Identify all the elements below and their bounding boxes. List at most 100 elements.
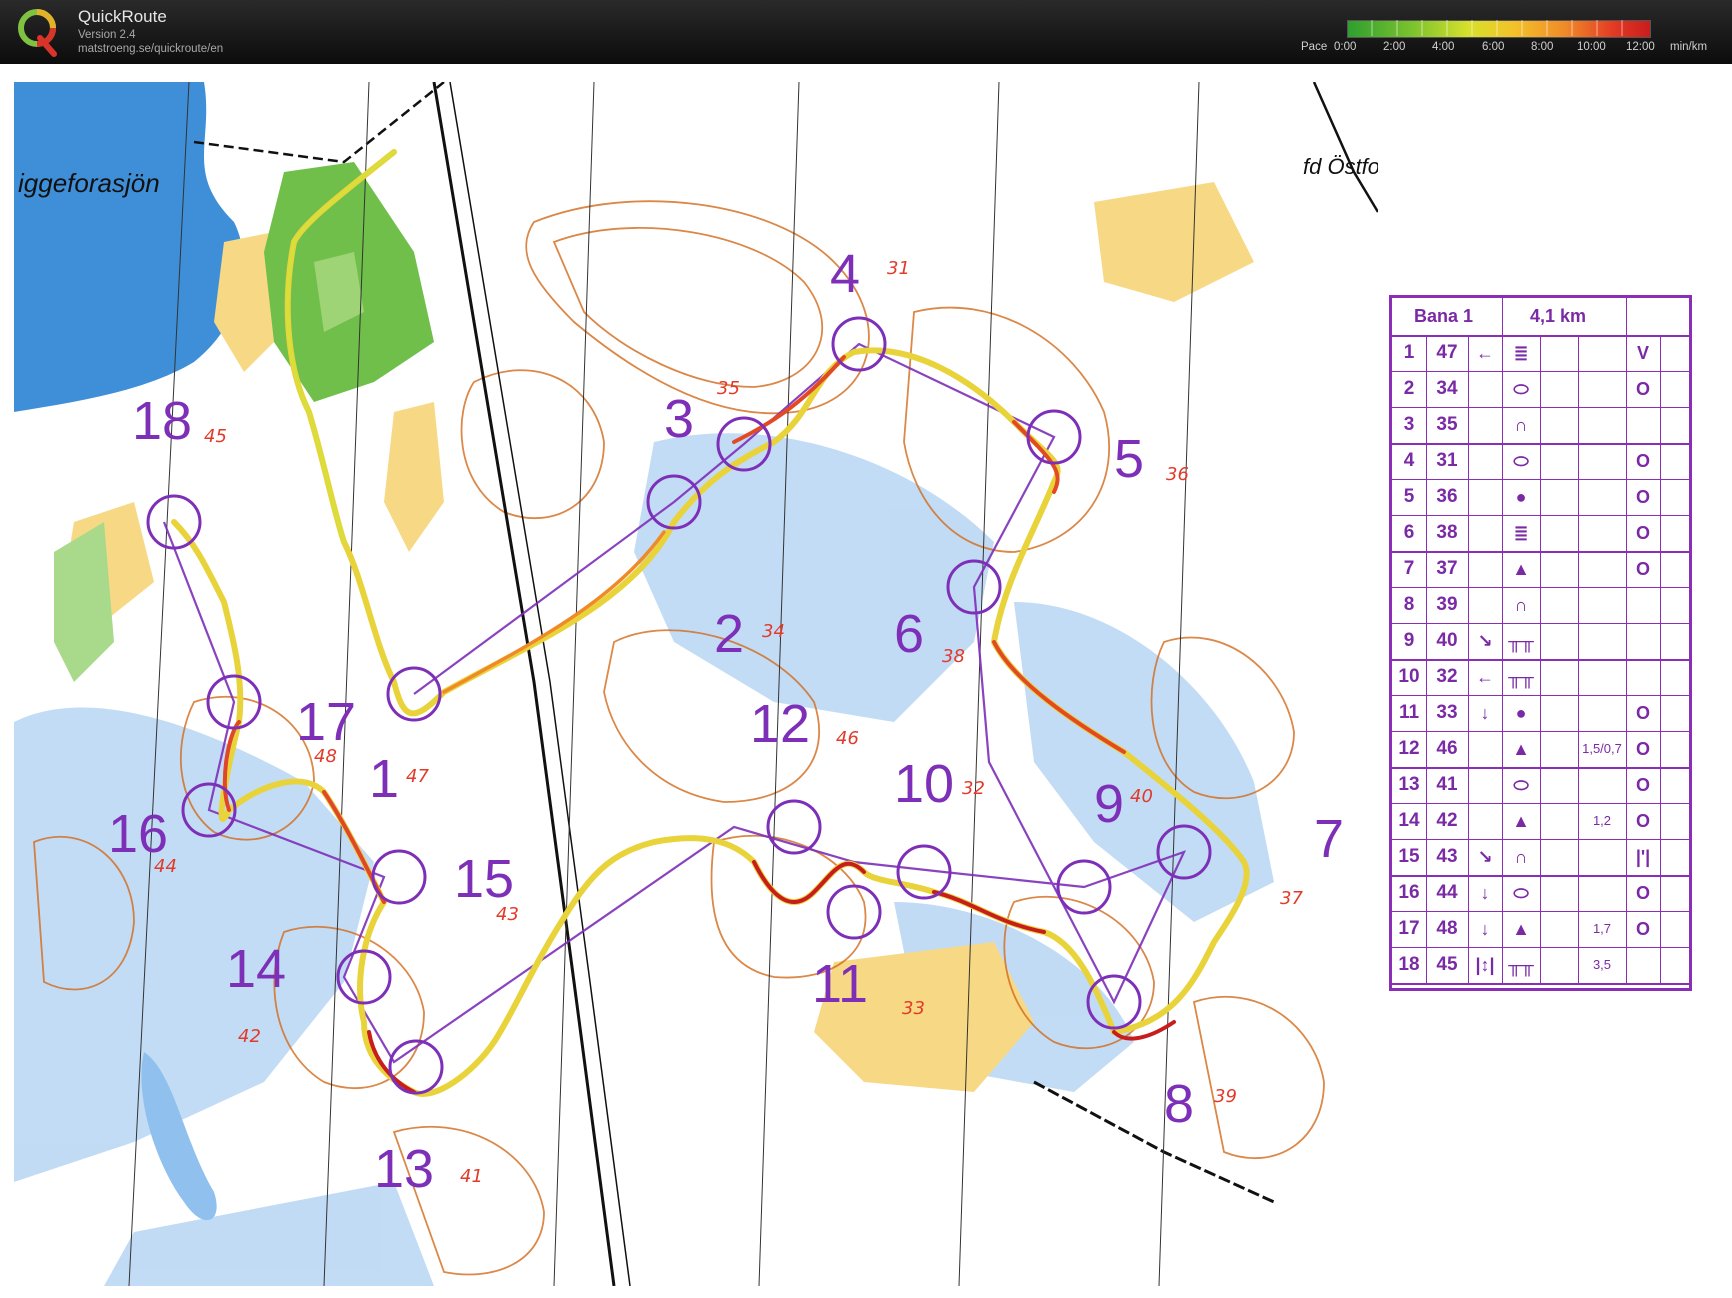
column-divider [1660, 911, 1661, 947]
description-cell-size [1578, 875, 1626, 911]
control-number-7: 7 [1314, 809, 1344, 869]
description-cell-code: 43 [1436, 846, 1458, 867]
description-row: 6 38 ≣ O [1392, 515, 1689, 553]
control-description-sheet: Bana 1 4,1 km 1 47 ← ≣ V 2 34 ⬭ O 3 35 ∩ 4 31 ⬭ O 5 36 ● O 6… [1389, 295, 1692, 991]
description-cell-code: 47 [1436, 342, 1458, 363]
description-cell-where: O [1635, 379, 1650, 399]
description-cell-code: 45 [1436, 954, 1458, 975]
column-divider [1660, 587, 1661, 623]
description-cell-feature: ● [1515, 487, 1527, 507]
app-url[interactable]: matstroeng.se/quickroute/en [78, 43, 223, 55]
description-row: 13 41 ⬭ O [1392, 767, 1689, 804]
description-cell-where: O [1635, 451, 1650, 471]
description-row: 5 36 ● O [1392, 479, 1689, 516]
description-cell-feature: ╥╥ [1508, 955, 1534, 975]
pace-tick-4: 8:00 [1531, 41, 1554, 53]
control-code-10: 32 [962, 778, 985, 799]
control-number-12: 12 [750, 694, 810, 754]
description-cell-dir: ↓ [1480, 919, 1490, 939]
orienteering-map[interactable]: iggeforasjön fd Östforas 1 2 [14, 82, 1378, 1286]
control-number-18: 18 [132, 391, 192, 451]
control-code-1: 47 [406, 766, 429, 787]
control-number-1: 1 [369, 749, 399, 809]
column-divider [1660, 443, 1661, 479]
description-row: 12 46 ▲ 1,5/0,7 O [1392, 731, 1689, 769]
description-cell-code: 36 [1436, 486, 1458, 507]
pace-tick-3: 6:00 [1482, 41, 1505, 53]
column-divider [1540, 515, 1541, 551]
control-number-8: 8 [1164, 1074, 1194, 1134]
description-cell-dir [1468, 803, 1502, 839]
description-cell-dir: ↘ [1477, 631, 1493, 651]
column-divider [1660, 947, 1661, 983]
description-cell-feature: ● [1515, 703, 1527, 723]
description-cell-code: 38 [1436, 522, 1458, 543]
control-number-3: 3 [664, 389, 694, 449]
description-row: 7 37 ▲ O [1392, 551, 1689, 588]
control-code-12: 46 [836, 728, 859, 749]
description-cell-num: 2 [1403, 378, 1415, 399]
header-divider [1626, 298, 1627, 335]
pace-tick-2: 4:00 [1432, 41, 1455, 53]
column-divider [1660, 371, 1661, 407]
description-cell-num: 1 [1403, 342, 1415, 363]
control-code-16: 44 [154, 856, 177, 877]
control-number-16: 16 [108, 804, 168, 864]
description-cell-dir [1468, 515, 1502, 551]
description-row: 16 44 ↓ ⬭ O [1392, 875, 1689, 912]
description-cell-dir: |↕| [1475, 955, 1495, 975]
control-code-4: 31 [887, 258, 910, 279]
description-cell-where: O [1635, 559, 1650, 579]
column-divider [1540, 623, 1541, 659]
description-cell-where: O [1635, 739, 1650, 759]
column-divider [1540, 659, 1541, 695]
description-cell-where: O [1635, 703, 1650, 723]
control-code-5: 36 [1166, 464, 1189, 485]
column-divider [1660, 731, 1661, 767]
description-cell-feature: ∩ [1514, 595, 1528, 615]
description-cell-size [1578, 371, 1626, 407]
description-cell-size: 1,5/0,7 [1582, 741, 1622, 756]
description-cell-size: 3,5 [1592, 957, 1612, 972]
pace-tick-1: 2:00 [1383, 41, 1406, 53]
column-divider [1660, 803, 1661, 839]
column-divider [1660, 695, 1661, 731]
pace-tick-0: 0:00 [1334, 41, 1357, 53]
description-cell-dir [1468, 443, 1502, 479]
description-cell-size [1578, 551, 1626, 587]
column-divider [1540, 875, 1541, 911]
description-cell-size [1578, 839, 1626, 875]
column-divider [1660, 875, 1661, 911]
description-cell-where [1626, 947, 1660, 983]
control-code-6: 38 [942, 646, 965, 667]
description-cell-dir [1468, 551, 1502, 587]
description-row: 14 42 ▲ 1,2 O [1392, 803, 1689, 840]
description-cell-num: 3 [1403, 414, 1415, 435]
description-cell-where: O [1635, 775, 1650, 795]
description-cell-dir [1468, 767, 1502, 803]
column-divider [1660, 659, 1661, 695]
description-cell-feature: ▲ [1512, 559, 1530, 579]
pace-tick-6: 12:00 [1626, 41, 1655, 53]
description-cell-dir: ← [1476, 667, 1494, 687]
quickroute-logo-icon [18, 9, 57, 57]
control-code-13: 41 [460, 1166, 483, 1187]
description-cell-size [1578, 479, 1626, 515]
description-cell-num: 16 [1398, 882, 1420, 903]
description-header: Bana 1 4,1 km [1392, 298, 1689, 337]
description-cell-num: 18 [1398, 954, 1420, 975]
control-code-14: 42 [238, 1026, 261, 1047]
description-cell-where [1626, 623, 1660, 659]
description-cell-feature: ≣ [1513, 343, 1529, 363]
description-row: 11 33 ↓ ● O [1392, 695, 1689, 732]
column-divider [1540, 803, 1541, 839]
header-divider [1502, 298, 1503, 335]
description-cell-feature: ▲ [1512, 919, 1530, 939]
description-cell-num: 14 [1398, 810, 1420, 831]
description-cell-num: 12 [1398, 738, 1420, 759]
column-divider [1660, 839, 1661, 875]
description-cell-where: O [1635, 883, 1650, 903]
description-cell-code: 44 [1436, 882, 1458, 903]
description-cell-code: 48 [1436, 918, 1458, 939]
control-number-17: 17 [296, 692, 356, 752]
